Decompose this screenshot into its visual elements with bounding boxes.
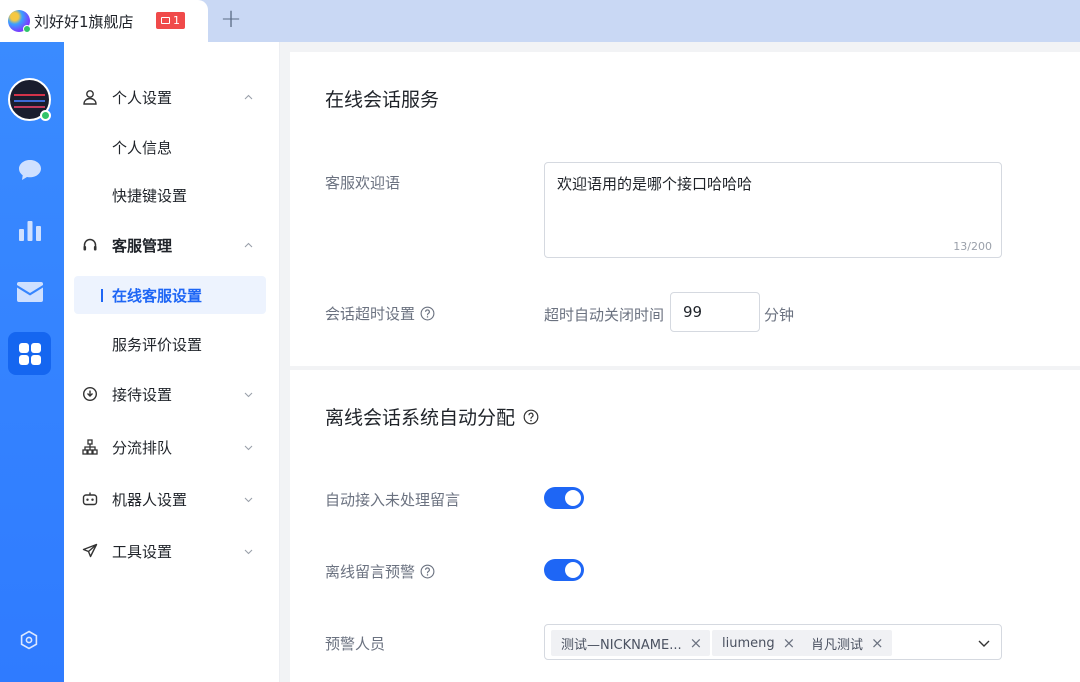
robot-icon <box>82 492 98 506</box>
warning-label: 离线留言预警 <box>325 561 435 582</box>
auto-accept-toggle[interactable] <box>544 487 584 509</box>
chevron-down-icon[interactable] <box>977 636 991 650</box>
rail-mail-button[interactable] <box>8 270 51 313</box>
mail-icon <box>161 17 170 24</box>
person-tag-label: liumeng <box>722 635 775 651</box>
online-session-title: 在线会话服务 <box>325 89 440 111</box>
close-icon[interactable]: × <box>783 635 796 651</box>
icon-rail <box>0 42 64 682</box>
timeout-label-text: 会话超时设置 <box>325 305 416 323</box>
message-badge[interactable]: 1 <box>156 12 185 29</box>
mail-icon <box>16 281 43 302</box>
chevron-down-icon <box>244 549 253 555</box>
rail-apps-button[interactable] <box>8 332 51 375</box>
online-session-panel: 在线会话服务 客服欢迎语 欢迎语用的是哪个接口哈哈哈 13/200 会话超时设置… <box>290 52 1080 366</box>
menu-group-reception[interactable]: 接待设置 <box>64 376 280 412</box>
help-icon[interactable] <box>523 409 539 425</box>
timeout-unit: 分钟 <box>764 306 795 324</box>
online-dot <box>23 25 31 33</box>
chevron-down-icon <box>244 445 253 451</box>
welcome-label: 客服欢迎语 <box>325 172 400 193</box>
chat-icon <box>18 159 41 180</box>
person-tag-label: 测试—NICKNAME... <box>561 637 682 653</box>
offline-session-panel: 离线会话系统自动分配 自动接入未处理留言 离线留言预警 预警人员 测试—NICK… <box>290 370 1080 682</box>
online-status-dot <box>40 110 51 121</box>
welcome-text: 欢迎语用的是哪个接口哈哈哈 <box>557 175 753 193</box>
settings-hex-icon[interactable] <box>19 630 39 650</box>
warning-people-label: 预警人员 <box>325 633 385 654</box>
menu-group-robot[interactable]: 机器人设置 <box>64 481 280 517</box>
auto-accept-label: 自动接入未处理留言 <box>325 489 460 510</box>
menu-group-tools[interactable]: 工具设置 <box>64 533 280 569</box>
chevron-down-icon <box>244 392 253 398</box>
headset-icon <box>83 238 97 251</box>
org-tree-icon <box>82 439 98 455</box>
person-tag: liumeng × <box>712 630 804 656</box>
rail-stats-button[interactable] <box>8 209 51 252</box>
menu-group-personal[interactable]: 个人设置 <box>64 79 280 115</box>
person-tag-label: 肖凡测试 <box>811 637 864 653</box>
menu-group-label: 客服管理 <box>112 236 173 255</box>
menu-group-label: 工具设置 <box>112 542 173 561</box>
offline-session-title-text: 离线会话系统自动分配 <box>325 407 516 429</box>
chevron-up-icon <box>244 94 253 100</box>
help-icon[interactable] <box>420 564 435 579</box>
send-icon <box>82 543 98 558</box>
menu-group-label: 分流排队 <box>112 438 173 457</box>
close-icon[interactable]: × <box>871 635 884 651</box>
shop-tab[interactable]: 刘好好1旗舰店 1 <box>0 0 208 42</box>
warning-label-text: 离线留言预警 <box>325 563 416 581</box>
warning-people-label-text: 预警人员 <box>325 635 386 653</box>
offline-session-title: 离线会话系统自动分配 <box>325 403 539 430</box>
apps-icon <box>18 342 41 365</box>
help-icon[interactable] <box>420 306 435 321</box>
chevron-down-icon <box>244 497 253 503</box>
stats-icon <box>18 220 41 241</box>
menu-group-service[interactable]: 客服管理 <box>64 227 280 263</box>
menu-item-rating[interactable]: 服务评价设置 <box>74 325 266 363</box>
menu-item-personal-info[interactable]: 个人信息 <box>74 128 266 166</box>
timeout-label: 会话超时设置 <box>325 303 435 324</box>
timeout-input[interactable]: 99 <box>670 292 760 332</box>
reception-icon <box>82 386 98 402</box>
menu-group-label: 个人设置 <box>112 88 173 107</box>
badge-count: 1 <box>173 14 180 27</box>
warning-people-select[interactable]: 测试—NICKNAME... × liumeng × 肖凡测试 × <box>544 624 1002 660</box>
shop-logo <box>8 10 31 33</box>
auto-accept-label-text: 自动接入未处理留言 <box>325 491 461 509</box>
person-tag: 测试—NICKNAME... × <box>551 630 711 656</box>
timeout-prefix: 超时自动关闭时间 <box>544 306 665 324</box>
tab-title: 刘好好1旗舰店 <box>34 12 134 31</box>
menu-group-routing[interactable]: 分流排队 <box>64 429 280 465</box>
welcome-textarea[interactable]: 欢迎语用的是哪个接口哈哈哈 13/200 <box>544 162 1002 258</box>
menu-item-online-service[interactable]: 在线客服设置 <box>74 276 266 314</box>
sidebar-menu: 个人设置 个人信息 快捷键设置 客服管理 在线客服设置 服务评价设置 接待设置 … <box>64 42 280 682</box>
menu-group-label: 机器人设置 <box>112 490 188 509</box>
tab-bar: 刘好好1旗舰店 1 + <box>0 0 1080 42</box>
welcome-label-text: 客服欢迎语 <box>325 174 401 192</box>
person-tag: 肖凡测试 × <box>801 630 892 656</box>
close-icon[interactable]: × <box>690 635 703 651</box>
user-icon <box>83 90 97 105</box>
add-tab-button[interactable]: + <box>218 6 244 34</box>
warning-toggle[interactable] <box>544 559 584 581</box>
rail-chat-button[interactable] <box>8 148 51 191</box>
welcome-counter: 13/200 <box>953 240 992 253</box>
menu-group-label: 接待设置 <box>112 385 173 404</box>
chevron-up-icon <box>244 242 253 248</box>
menu-item-shortcuts[interactable]: 快捷键设置 <box>74 176 266 214</box>
